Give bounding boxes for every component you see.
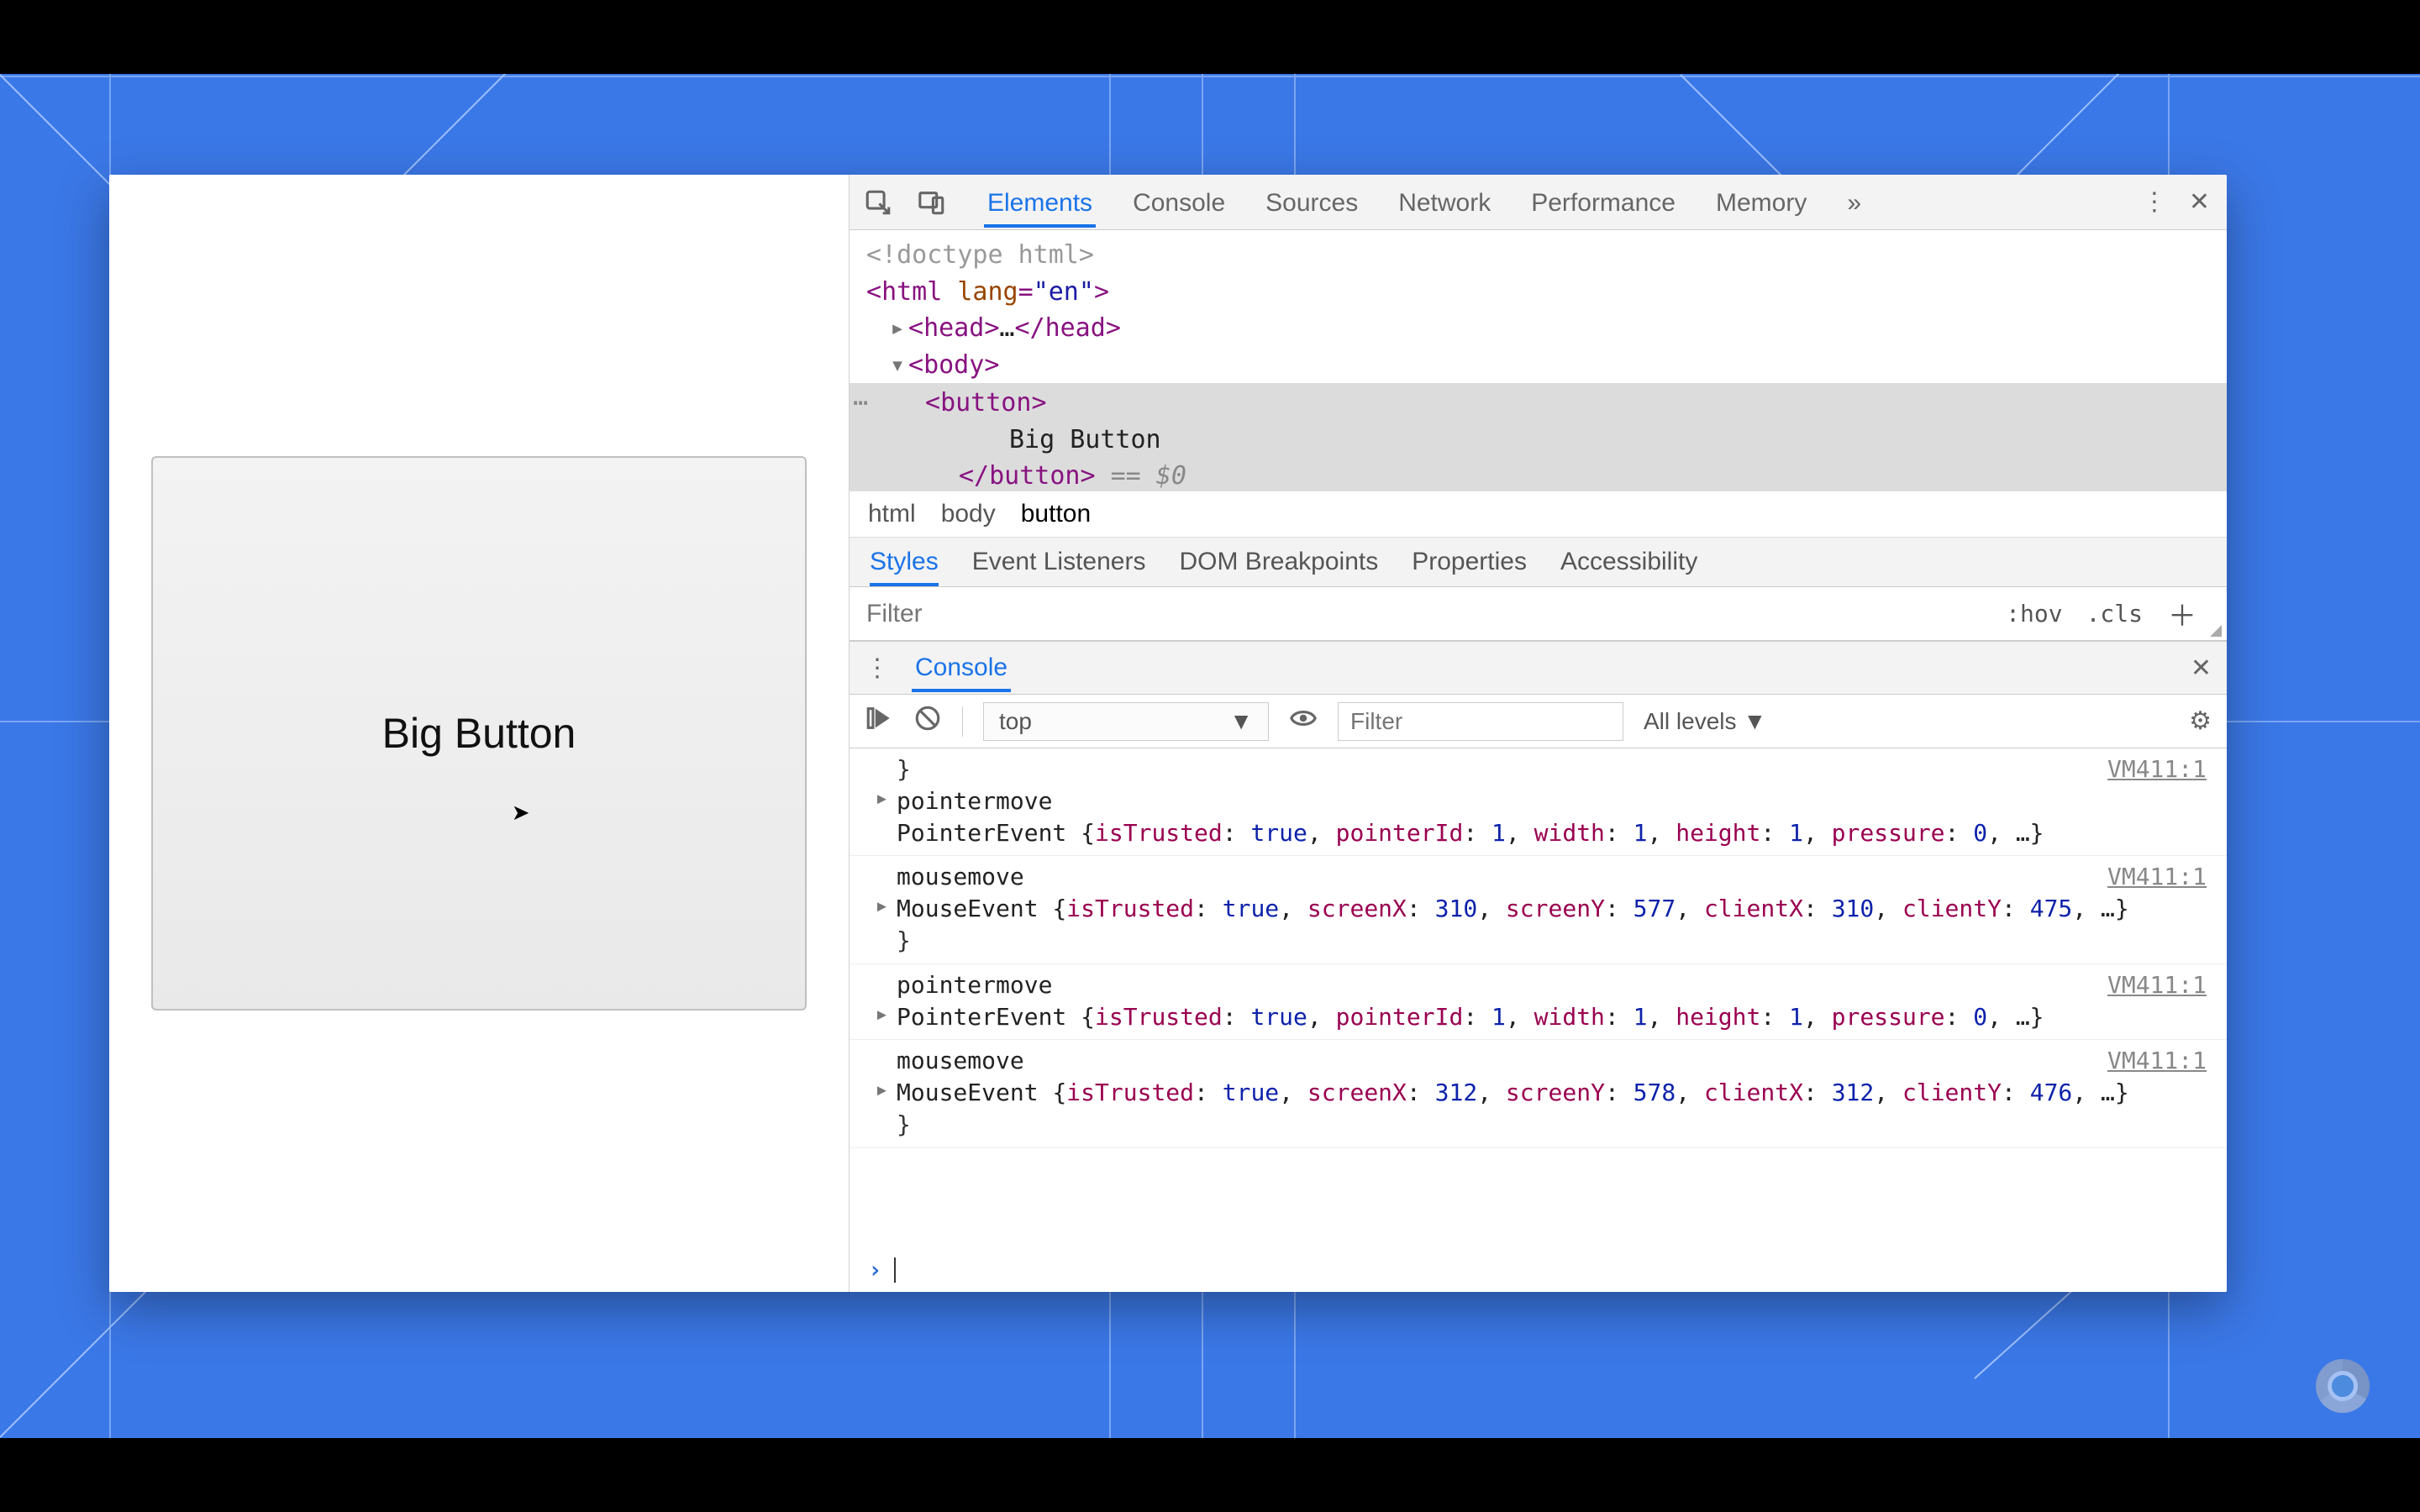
hov-toggle[interactable]: :hov — [1994, 600, 2074, 627]
chevron-down-icon: ▼ — [1743, 708, 1766, 735]
presentation-stage: Big Button ➤ Elements Console Sources Ne… — [0, 74, 2420, 1438]
context-dropdown[interactable]: top ▼ — [983, 702, 1269, 741]
prompt-chevron-icon: › — [868, 1256, 882, 1284]
new-style-rule-icon[interactable]: ＋ — [2154, 593, 2210, 634]
drawer-kebab-icon[interactable]: ⋮ — [865, 654, 890, 683]
device-toggle-icon[interactable] — [913, 184, 950, 221]
log-source-link[interactable]: VM411:1 — [2107, 753, 2207, 785]
caret-icon — [894, 1257, 896, 1283]
twisty-icon[interactable]: ▸ — [875, 1074, 889, 1105]
console-log-entry[interactable]: pointermoveVM411:1▸PointerEvent {isTrust… — [850, 964, 2227, 1041]
styles-filter-input[interactable] — [850, 591, 1994, 637]
tab-console[interactable]: Console — [1129, 177, 1228, 228]
page-viewport: Big Button ➤ — [109, 175, 849, 1292]
crumb-button[interactable]: button — [1021, 500, 1091, 528]
chrome-logo-icon — [2316, 1359, 2370, 1413]
big-button[interactable]: Big Button ➤ — [151, 456, 807, 1011]
dom-doctype: <!doctype html> — [866, 240, 1094, 270]
inspect-icon[interactable] — [860, 184, 897, 221]
dom-breadcrumbs: html body button — [850, 491, 2227, 538]
big-button-label: Big Button — [382, 709, 576, 758]
twisty-icon[interactable]: ▸ — [875, 890, 889, 921]
console-log-entry[interactable]: }pointermoveVM411:1▸PointerEvent {isTrus… — [850, 748, 2227, 856]
console-log-area[interactable]: }pointermoveVM411:1▸PointerEvent {isTrus… — [850, 748, 2227, 1247]
log-source-link[interactable]: VM411:1 — [2107, 969, 2207, 1001]
tab-network[interactable]: Network — [1395, 177, 1494, 228]
log-levels-dropdown[interactable]: All levels ▼ — [1644, 708, 1766, 735]
log-source-link[interactable]: VM411:1 — [2107, 1045, 2207, 1077]
console-toolbar: top ▼ All levels ▼ ⚙ — [850, 695, 2227, 748]
drawer-title[interactable]: Console — [912, 643, 1011, 692]
cls-toggle[interactable]: .cls — [2075, 600, 2154, 627]
close-drawer-icon[interactable]: ✕ — [2191, 654, 2212, 683]
chevron-down-icon: ▼ — [1229, 708, 1253, 735]
log-source-link[interactable]: VM411:1 — [2107, 861, 2207, 893]
styles-filter-row: :hov .cls ＋ — [850, 587, 2227, 641]
crumb-body[interactable]: body — [941, 500, 996, 528]
console-drawer-header: ⋮ Console ✕ — [850, 641, 2227, 695]
crumb-html[interactable]: html — [868, 500, 916, 528]
devtools-panel: Elements Console Sources Network Perform… — [849, 175, 2227, 1292]
step-icon[interactable] — [865, 704, 893, 738]
subtab-event-listeners[interactable]: Event Listeners — [972, 548, 1146, 586]
close-devtools-icon[interactable]: ✕ — [2189, 187, 2210, 217]
tab-elements[interactable]: Elements — [984, 177, 1096, 228]
console-log-entry[interactable]: mousemoveVM411:1▸MouseEvent {isTrusted: … — [850, 1040, 2227, 1147]
subtab-dom-breakpoints[interactable]: DOM Breakpoints — [1179, 548, 1378, 586]
twisty-icon[interactable]: ▸ — [875, 998, 889, 1030]
styles-subtabs: Styles Event Listeners DOM Breakpoints P… — [850, 538, 2227, 587]
tab-sources[interactable]: Sources — [1262, 177, 1361, 228]
clear-console-icon[interactable] — [913, 704, 942, 738]
devtools-tabstrip: Elements Console Sources Network Perform… — [850, 175, 2227, 230]
tab-memory[interactable]: Memory — [1712, 177, 1810, 228]
console-settings-icon[interactable]: ⚙ — [2189, 706, 2212, 736]
dom-selected-node[interactable]: ⋯ <button> Big Button </button> == $0 — [850, 383, 2227, 491]
twisty-icon[interactable]: ▾ — [890, 347, 908, 384]
subtab-styles[interactable]: Styles — [870, 548, 939, 586]
resize-corner-icon[interactable] — [2210, 625, 2222, 637]
tabs-overflow-icon[interactable]: » — [1844, 177, 1865, 228]
tab-performance[interactable]: Performance — [1528, 177, 1679, 228]
devtools-window: Big Button ➤ Elements Console Sources Ne… — [109, 175, 2227, 1292]
console-filter-input[interactable] — [1338, 702, 1623, 741]
twisty-icon[interactable]: ▸ — [875, 782, 889, 814]
kebab-menu-icon[interactable]: ⋮ — [2142, 187, 2167, 217]
console-prompt[interactable]: › — [850, 1247, 2227, 1292]
console-log-entry[interactable]: mousemoveVM411:1▸MouseEvent {isTrusted: … — [850, 856, 2227, 963]
subtab-properties[interactable]: Properties — [1412, 548, 1527, 586]
mouse-cursor-icon: ➤ — [512, 800, 530, 826]
twisty-icon[interactable]: ▸ — [890, 310, 908, 347]
devtools-tabs: Elements Console Sources Network Perform… — [984, 177, 2125, 228]
live-expression-eye-icon[interactable] — [1289, 704, 1318, 738]
dom-tree[interactable]: <!doctype html> <html lang="en"> ▸<head>… — [850, 230, 2227, 491]
subtab-accessibility[interactable]: Accessibility — [1560, 548, 1697, 586]
